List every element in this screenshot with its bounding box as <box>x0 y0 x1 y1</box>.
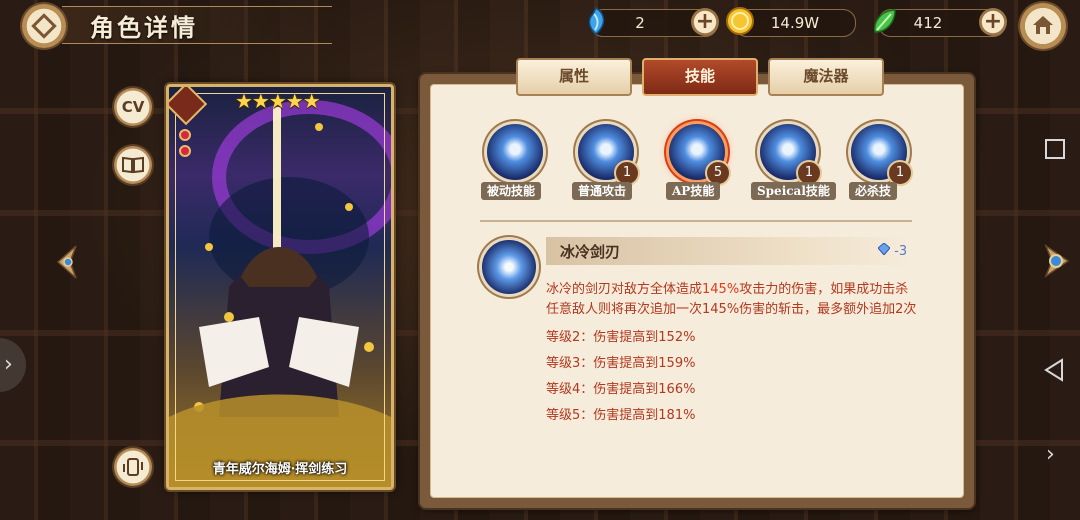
ap-skill-icon[interactable]: 5 <box>669 124 731 186</box>
card-name: 青年威尔海姆·挥剑练习 <box>212 462 348 477</box>
nav-chevron-icon[interactable]: › <box>1046 442 1055 467</box>
normal-attack-icon[interactable]: 1 <box>578 124 640 186</box>
book-icon <box>122 156 144 174</box>
back-button[interactable] <box>22 4 66 48</box>
home-button[interactable] <box>1020 3 1066 49</box>
level-upgrade-line: 等级5：伤害提高到181% <box>546 408 696 423</box>
rotate-card-icon <box>123 458 143 476</box>
story-button[interactable] <box>114 146 152 184</box>
rarity-stars: ★★★★★ <box>235 89 321 113</box>
skill-label: 被动技能 <box>481 182 542 200</box>
recent-apps-icon[interactable] <box>1045 139 1065 159</box>
cv-button[interactable]: CV <box>114 88 152 126</box>
leaf-value: 412 <box>913 14 943 32</box>
page-title: 角色详情 <box>90 14 198 42</box>
gold-value: 14.9W <box>770 14 820 32</box>
add-crystal-button[interactable]: + <box>691 8 719 36</box>
gold-counter: 14.9W <box>726 7 856 37</box>
skill-label: 普通攻击 <box>572 182 633 200</box>
add-leaf-button[interactable]: + <box>979 8 1007 36</box>
desc-part: 冰冷的剑刃对敌方全体造成 <box>546 282 703 297</box>
level-upgrade-line: 等级3：伤害提高到159% <box>546 356 696 371</box>
swap-art-button[interactable] <box>114 448 152 486</box>
chevron-right-icon: › <box>4 352 13 377</box>
tab-skills[interactable]: 技能 <box>642 58 758 96</box>
skill-label: AP技能 <box>666 182 721 200</box>
red-gem-icon <box>179 145 191 157</box>
level-upgrade-line: 等级4：伤害提高到166% <box>546 382 696 397</box>
previous-character-arrow-icon[interactable] <box>52 244 82 280</box>
skill-label: 必杀技 <box>849 182 898 200</box>
top-bar: 角色详情 2 + 14.9W 412 + <box>0 0 1080 49</box>
back-triangle-icon[interactable] <box>1044 358 1064 382</box>
next-character-arrow-icon[interactable] <box>1036 244 1076 278</box>
skill-cost: -3 <box>877 242 908 259</box>
selected-skill-icon <box>482 240 536 294</box>
crystal-value: 2 <box>635 14 645 32</box>
leaf-counter: 412 + <box>874 8 1007 37</box>
ultimate-skill-icon[interactable]: 1 <box>851 124 913 186</box>
special-skill-icon[interactable]: 1 <box>760 124 822 186</box>
character-card[interactable]: ★★★★★ 青年威尔海姆·挥剑练习 <box>166 84 394 490</box>
home-icon <box>1033 16 1053 34</box>
cv-label: CV <box>121 98 145 116</box>
back-diamond-icon <box>31 13 57 39</box>
card-frame <box>175 93 385 481</box>
skill-description: 冰冷的剑刃对敌方全体造成145%攻击力的伤害，如果成功击杀任意敌人则将再次追加一… <box>546 280 918 320</box>
section-divider <box>480 220 912 222</box>
crystal-counter: 2 + <box>588 6 719 37</box>
red-gem-icon <box>179 129 191 141</box>
expand-side-menu-button[interactable]: › <box>0 338 26 392</box>
tab-attributes[interactable]: 属性 <box>516 58 632 96</box>
skill-name: 冰冷剑刃 <box>560 243 621 261</box>
desc-highlight: 145% <box>702 282 740 297</box>
passive-skill-icon[interactable] <box>487 124 543 180</box>
tab-magic-items[interactable]: 魔法器 <box>768 58 884 96</box>
skill-cost-value: -3 <box>894 244 908 259</box>
energy-gem-icon <box>877 242 891 256</box>
skill-label: Speical技能 <box>751 182 836 200</box>
level-upgrade-line: 等级2：伤害提高到152% <box>546 330 696 345</box>
